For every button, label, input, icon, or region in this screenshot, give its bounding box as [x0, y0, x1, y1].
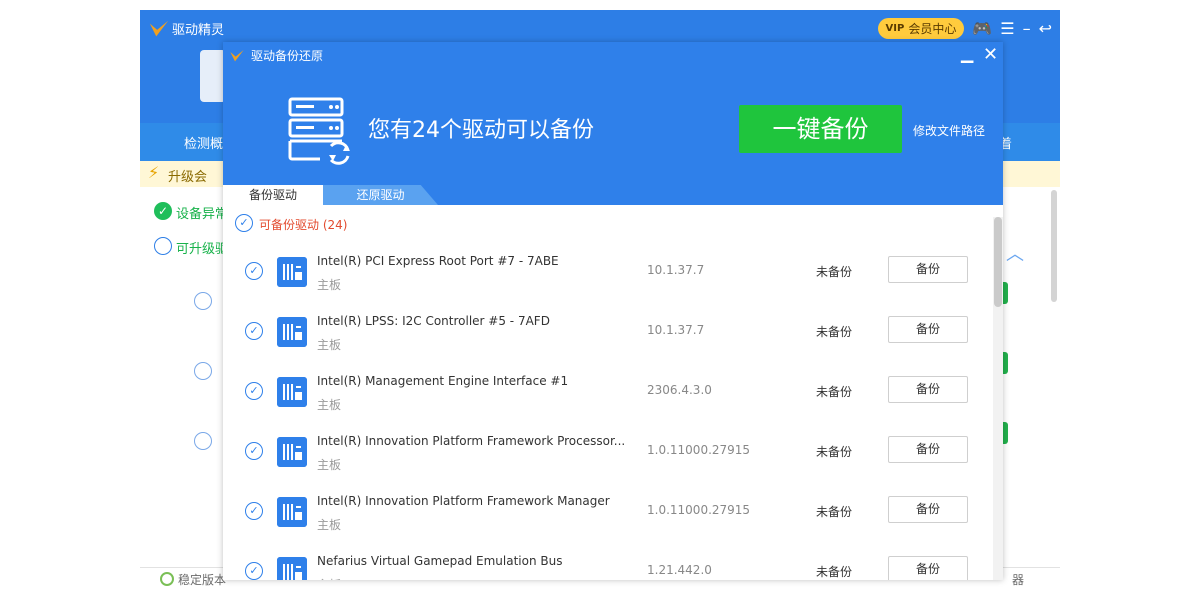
- driver-version: 2306.4.3.0: [647, 383, 712, 397]
- driver-category: 主板: [317, 338, 342, 352]
- row-checkbox[interactable]: ✓: [245, 442, 263, 460]
- upgrade-text: 升级会: [168, 170, 208, 185]
- tab-backup-drivers[interactable]: 备份驱动: [223, 185, 323, 205]
- tab-label: 备份驱动: [248, 188, 297, 202]
- vip-center-label: 会员中心: [908, 22, 957, 36]
- backup-status: 未备份: [816, 325, 853, 339]
- tab-restore-drivers[interactable]: 还原驱动: [323, 185, 438, 205]
- gamepad-icon[interactable]: 🎮: [972, 20, 992, 37]
- motherboard-icon: [277, 377, 307, 407]
- driver-category: 主板: [317, 458, 342, 472]
- section-title: 可备份驱动 (24): [259, 218, 348, 232]
- bg-radio[interactable]: [194, 432, 212, 450]
- scrollbar-thumb[interactable]: [994, 217, 1002, 307]
- footer-right-text: 器: [1011, 573, 1024, 587]
- motherboard-icon: [277, 557, 307, 580]
- driver-version: 10.1.37.7: [647, 323, 705, 337]
- backup-button[interactable]: 备份: [888, 556, 968, 580]
- radio-upgradable[interactable]: [154, 237, 172, 255]
- motherboard-icon: [277, 257, 307, 287]
- one-click-backup-button[interactable]: 一键备份: [739, 105, 902, 153]
- driver-category: 主板: [317, 398, 342, 412]
- driver-name: Intel(R) Innovation Platform Framework P…: [317, 434, 626, 448]
- driver-version: 1.0.11000.27915: [647, 503, 751, 517]
- table-row: ✓ Nefarius Virtual Gamepad Emulation Bus…: [223, 547, 993, 580]
- table-row: ✓ Intel(R) Management Engine Interface #…: [223, 367, 993, 427]
- row-checkbox[interactable]: ✓: [245, 322, 263, 340]
- backup-button[interactable]: 备份: [888, 496, 968, 523]
- motherboard-icon: [277, 497, 307, 527]
- backup-status: 未备份: [816, 565, 853, 579]
- close-icon[interactable]: ✕: [983, 44, 998, 65]
- driver-name: Intel(R) Innovation Platform Framework M…: [317, 494, 610, 508]
- motherboard-icon: [277, 437, 307, 467]
- driver-category: 主板: [317, 278, 342, 292]
- status-upgradable: 可升级驱: [176, 242, 229, 257]
- select-all-checkbox[interactable]: ✓: [235, 214, 253, 232]
- bg-radio[interactable]: [194, 292, 212, 310]
- backup-status: 未备份: [816, 445, 853, 459]
- table-row: ✓ Intel(R) Innovation Platform Framework…: [223, 487, 993, 547]
- app-logo-icon: [149, 20, 169, 37]
- backup-button[interactable]: 备份: [888, 316, 968, 343]
- backup-restore-dialog: 驱动备份还原 ▁ ✕ 您有24个驱动可以备份 一键备份 修改文件路径 备份驱动 …: [223, 42, 1003, 580]
- driver-category: 主板: [317, 576, 341, 580]
- stable-version-radio[interactable]: [160, 572, 174, 586]
- bolt-icon: ⚡: [148, 163, 160, 182]
- minimize-icon[interactable]: ▁: [961, 44, 973, 63]
- check-circle-icon: ✓: [154, 202, 172, 220]
- row-checkbox[interactable]: ✓: [245, 382, 263, 400]
- motherboard-icon: [277, 317, 307, 347]
- dialog-header: 驱动备份还原 ▁ ✕ 您有24个驱动可以备份 一键备份 修改文件路径 备份驱动 …: [223, 42, 1003, 205]
- backup-status: 未备份: [816, 385, 853, 399]
- nav-tab-overview[interactable]: 检测概: [184, 133, 223, 152]
- driver-list: ✓ Intel(R) PCI Express Root Port #7 - 7A…: [223, 247, 993, 580]
- bg-scrollbar[interactable]: [1051, 190, 1057, 302]
- table-row: ✓ Intel(R) LPSS: I2C Controller #5 - 7AF…: [223, 307, 993, 367]
- backup-status: 未备份: [816, 265, 853, 279]
- tab-label: 还原驱动: [356, 188, 405, 202]
- app-title: 驱动精灵: [172, 23, 225, 38]
- status-device-abnormal: 设备异常: [176, 207, 229, 222]
- menu-icon[interactable]: ☰: [1000, 20, 1014, 37]
- back-icon[interactable]: ↩: [1039, 20, 1052, 37]
- row-checkbox[interactable]: ✓: [245, 262, 263, 280]
- driver-name: Intel(R) PCI Express Root Port #7 - 7ABE: [317, 254, 559, 268]
- driver-category: 主板: [317, 518, 342, 532]
- dialog-title: 驱动备份还原: [251, 49, 324, 63]
- backup-button[interactable]: 备份: [888, 256, 968, 283]
- backup-button[interactable]: 备份: [888, 376, 968, 403]
- table-row: ✓ Intel(R) Innovation Platform Framework…: [223, 427, 993, 487]
- driver-version: 10.1.37.7: [647, 263, 705, 277]
- driver-name: Nefarius Virtual Gamepad Emulation Bus: [317, 554, 563, 568]
- stable-version-text: 稳定版本: [178, 573, 227, 587]
- bg-radio[interactable]: [194, 362, 212, 380]
- chevron-up-icon[interactable]: ︿: [1006, 240, 1024, 266]
- app-toolbar: VIP 会员中心 🎮 ☰ – ↩: [877, 18, 1052, 39]
- driver-name: Intel(R) Management Engine Interface #1: [317, 374, 569, 388]
- table-row: ✓ Intel(R) PCI Express Root Port #7 - 7A…: [223, 247, 993, 307]
- driver-name: Intel(R) LPSS: I2C Controller #5 - 7AFD: [317, 314, 550, 328]
- minimize-icon[interactable]: –: [1023, 20, 1031, 37]
- driver-version: 1.21.442.0: [647, 563, 712, 577]
- backup-status: 未备份: [816, 505, 853, 519]
- vip-center-button[interactable]: VIP 会员中心: [877, 18, 965, 39]
- backup-count-headline: 您有24个驱动可以备份: [368, 118, 594, 143]
- server-backup-icon: [288, 97, 350, 165]
- change-path-link[interactable]: 修改文件路径: [913, 122, 985, 139]
- app-logo-icon: [230, 50, 244, 62]
- driver-version: 1.0.11000.27915: [647, 443, 751, 457]
- backup-button[interactable]: 备份: [888, 436, 968, 463]
- vip-badge: VIP: [885, 23, 905, 34]
- row-checkbox[interactable]: ✓: [245, 562, 263, 580]
- row-checkbox[interactable]: ✓: [245, 502, 263, 520]
